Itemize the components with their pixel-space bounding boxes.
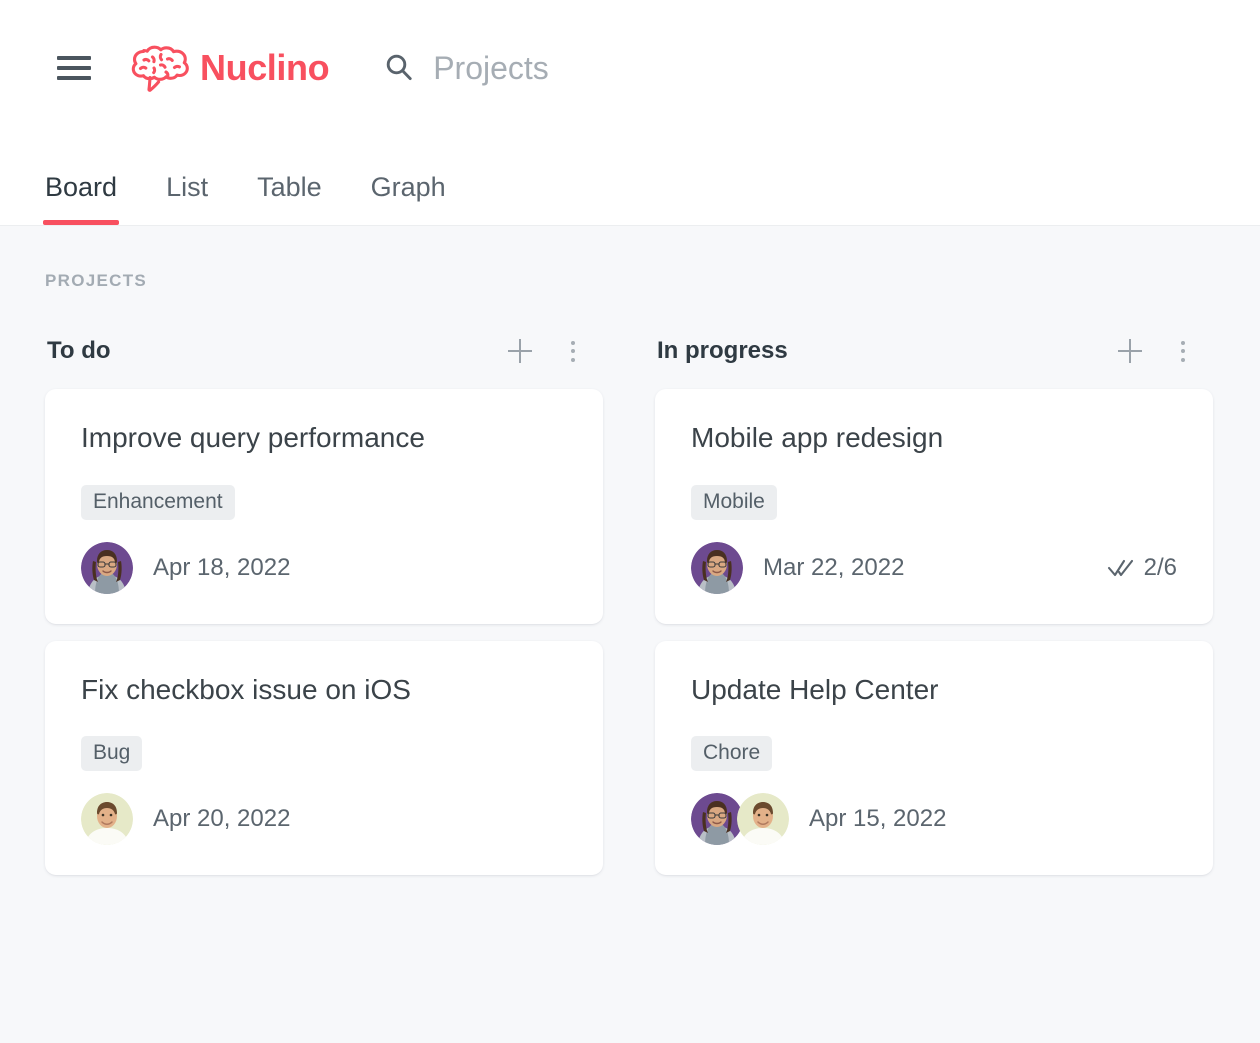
column-cards: Improve query performance Enhancement Ap… <box>45 389 603 876</box>
card-tag-badge[interactable]: Mobile <box>691 484 777 520</box>
kebab-dot <box>1181 349 1185 353</box>
tab-list[interactable]: List <box>166 172 208 225</box>
tab-board[interactable]: Board <box>42 172 120 225</box>
view-tabs: Board List Table Graph <box>42 136 503 225</box>
column-menu-kebab-menu-icon-to-do[interactable] <box>565 340 581 362</box>
brand-logo[interactable]: Nuclino <box>130 41 330 95</box>
board-column-in-progress: In progress Mobile app redesign Mobile M… <box>655 334 1213 876</box>
tab-table[interactable]: Table <box>257 172 322 225</box>
card-tag-badge[interactable]: Enhancement <box>81 484 235 520</box>
brain-speech-bubble-icon <box>131 45 189 92</box>
avatar[interactable] <box>691 541 743 594</box>
column-header: In progress <box>655 334 1213 368</box>
card-tag-badge[interactable]: Chore <box>691 736 773 772</box>
kebab-dot <box>571 349 575 353</box>
card-title: Update Help Center <box>691 673 939 705</box>
search-icon <box>386 54 412 81</box>
tab-board-label: Board <box>45 172 118 202</box>
card-progress-value: 2/6 <box>1143 553 1177 581</box>
card-tag-badge[interactable]: Bug <box>81 736 143 772</box>
card-title: Mobile app redesign <box>691 422 944 453</box>
column-title: To do <box>47 337 111 364</box>
card-date: Apr 18, 2022 <box>153 553 291 581</box>
kebab-dot <box>571 357 575 362</box>
column-header: To do <box>45 334 603 368</box>
card-footer: Apr 15, 2022 <box>691 793 1177 846</box>
board-section-label: PROJECTS <box>45 271 148 290</box>
avatar[interactable] <box>81 541 133 594</box>
card-footer: Apr 18, 2022 <box>81 541 567 594</box>
hamburger-bar <box>57 56 91 60</box>
card-task-progress: 2/6 <box>1107 554 1177 582</box>
top-bar: Nuclino Projects <box>0 0 1260 136</box>
board-card[interactable]: Fix checkbox issue on iOS Bug Apr 20, 20… <box>45 640 603 876</box>
board-card[interactable]: Mobile app redesign Mobile Mar 22, 2022 … <box>655 389 1213 624</box>
avatar[interactable] <box>737 793 789 846</box>
add-card-button-to-do[interactable] <box>508 339 532 363</box>
kebab-dot <box>1181 357 1185 362</box>
tab-table-label: Table <box>257 172 322 202</box>
double-check-icon <box>1107 559 1133 576</box>
column-cards: Mobile app redesign Mobile Mar 22, 2022 … <box>655 389 1213 876</box>
card-assignees <box>691 541 743 594</box>
card-date: Apr 20, 2022 <box>153 805 291 833</box>
board-area: PROJECTS To do Improve query performance… <box>0 226 1260 1043</box>
card-assignees <box>691 793 789 846</box>
tab-list-label: List <box>166 172 209 202</box>
column-menu-kebab-menu-icon-in-progress[interactable] <box>1175 340 1191 362</box>
card-footer: Apr 20, 2022 <box>81 793 567 846</box>
column-actions <box>1118 339 1191 363</box>
board-columns: To do Improve query performance Enhancem… <box>45 334 1260 876</box>
card-date: Mar 22, 2022 <box>763 553 905 581</box>
board-card[interactable]: Improve query performance Enhancement Ap… <box>45 389 603 624</box>
board-card[interactable]: Update Help Center Chore Apr 15, 2022 <box>655 640 1213 876</box>
nuclino-app-window: Nuclino Projects Board List Table Graph <box>0 0 1260 1043</box>
avatar[interactable] <box>691 793 743 846</box>
card-title: Improve query performance <box>81 422 425 453</box>
view-tabs-bar: Board List Table Graph <box>0 136 1260 226</box>
tab-graph-label: Graph <box>370 172 446 202</box>
column-title: In progress <box>657 337 788 364</box>
search-value: Projects <box>433 49 549 86</box>
card-date: Apr 15, 2022 <box>809 805 947 833</box>
card-assignees <box>81 793 133 846</box>
brand-name: Nuclino <box>200 47 330 88</box>
kebab-dot <box>571 340 575 345</box>
board-column-to-do: To do Improve query performance Enhancem… <box>45 334 603 876</box>
tab-graph[interactable]: Graph <box>371 172 446 225</box>
card-title: Fix checkbox issue on iOS <box>81 673 411 705</box>
column-actions <box>508 339 581 363</box>
hamburger-bar <box>57 66 91 70</box>
hamburger-bar <box>57 76 91 80</box>
avatar[interactable] <box>81 793 133 846</box>
kebab-dot <box>1181 340 1185 345</box>
add-card-button-in-progress[interactable] <box>1118 339 1142 363</box>
tabs-overflow-kebab-menu-icon[interactable] <box>498 199 503 225</box>
hamburger-icon[interactable] <box>57 56 91 80</box>
card-footer: Mar 22, 2022 2/6 <box>691 541 1177 594</box>
card-assignees <box>81 541 133 594</box>
search-input[interactable]: Projects <box>383 50 549 87</box>
